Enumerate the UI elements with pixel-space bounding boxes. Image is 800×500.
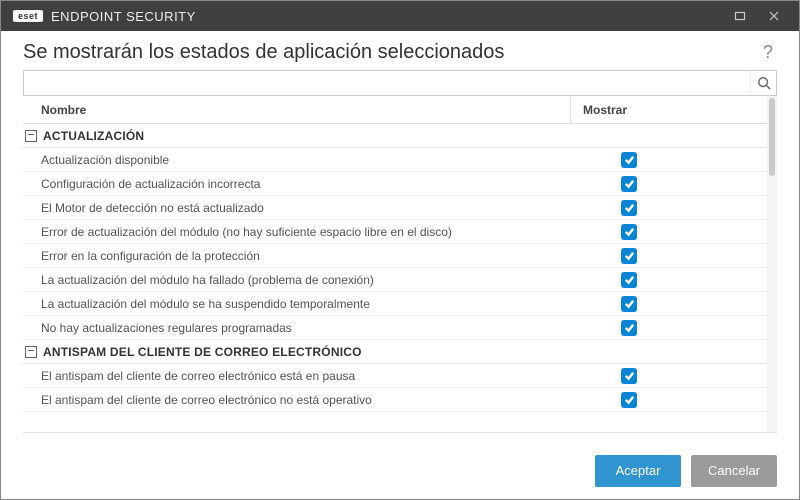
show-checkbox[interactable] [621, 272, 637, 288]
table-row: La actualización del módulo ha fallado (… [23, 268, 767, 292]
collapse-toggle[interactable]: − [25, 130, 37, 142]
group-label: ACTUALIZACIÓN [43, 129, 144, 143]
item-show-cell [571, 392, 767, 408]
group-row: −ANTISPAM DEL CLIENTE DE CORREO ELECTRÓN… [23, 340, 767, 364]
table-row: Error de actualización del módulo (no ha… [23, 220, 767, 244]
item-name: Error de actualización del módulo (no ha… [23, 225, 571, 239]
search-row [23, 70, 777, 96]
close-icon [768, 10, 780, 22]
brand-badge: eset [13, 10, 43, 22]
content-area: Nombre Mostrar −ACTUALIZACIÓNActualizaci… [1, 70, 799, 441]
table-header-row: Nombre Mostrar [23, 96, 767, 124]
item-name: El Motor de detección no está actualizad… [23, 201, 571, 215]
check-icon [624, 274, 635, 285]
show-checkbox[interactable] [621, 152, 637, 168]
search-input[interactable] [24, 71, 750, 95]
brand-text: ENDPOINT SECURITY [51, 9, 196, 24]
show-checkbox[interactable] [621, 320, 637, 336]
table-row: Error en la configuración de la protecci… [23, 244, 767, 268]
footer: Aceptar Cancelar [1, 441, 799, 499]
check-icon [624, 226, 635, 237]
check-icon [624, 394, 635, 405]
item-name: No hay actualizaciones regulares program… [23, 321, 571, 335]
item-name: La actualización del módulo ha fallado (… [23, 273, 571, 287]
show-checkbox[interactable] [621, 296, 637, 312]
item-name: Actualización disponible [23, 153, 571, 167]
item-name: La actualización del módulo se ha suspen… [23, 297, 571, 311]
collapse-toggle[interactable]: − [25, 346, 37, 358]
check-icon [624, 322, 635, 333]
check-icon [624, 250, 635, 261]
cancel-button[interactable]: Cancelar [691, 455, 777, 487]
item-show-cell [571, 176, 767, 192]
check-icon [624, 298, 635, 309]
scrollbar-thumb[interactable] [769, 98, 775, 176]
item-name: El antispam del cliente de correo electr… [23, 393, 571, 407]
heading-row: Se mostrarán los estados de aplicación s… [1, 31, 799, 70]
check-icon [624, 178, 635, 189]
table-row: El antispam del cliente de correo electr… [23, 388, 767, 412]
show-checkbox[interactable] [621, 248, 637, 264]
app-window: eset ENDPOINT SECURITY Se mostrarán los … [0, 0, 800, 500]
show-checkbox[interactable] [621, 224, 637, 240]
titlebar: eset ENDPOINT SECURITY [1, 1, 799, 31]
item-show-cell [571, 152, 767, 168]
help-button[interactable]: ? [759, 42, 777, 63]
item-show-cell [571, 200, 767, 216]
show-checkbox[interactable] [621, 392, 637, 408]
table-row: La actualización del módulo se ha suspen… [23, 292, 767, 316]
fade-overlay [23, 418, 767, 432]
close-button[interactable] [757, 1, 791, 31]
column-header-show[interactable]: Mostrar [571, 103, 767, 117]
item-show-cell [571, 224, 767, 240]
group-row: −ACTUALIZACIÓN [23, 124, 767, 148]
check-icon [624, 202, 635, 213]
table-row: El antispam del cliente de correo electr… [23, 364, 767, 388]
column-header-name[interactable]: Nombre [23, 96, 571, 123]
item-show-cell [571, 296, 767, 312]
table-scroll: Nombre Mostrar −ACTUALIZACIÓNActualizaci… [23, 96, 767, 432]
show-checkbox[interactable] [621, 200, 637, 216]
item-name: El antispam del cliente de correo electr… [23, 369, 571, 383]
table-row: Configuración de actualización incorrect… [23, 172, 767, 196]
check-icon [624, 370, 635, 381]
item-name: Configuración de actualización incorrect… [23, 177, 571, 191]
item-show-cell [571, 368, 767, 384]
table-row: No hay actualizaciones regulares program… [23, 316, 767, 340]
show-checkbox[interactable] [621, 176, 637, 192]
table-row: Actualización disponible [23, 148, 767, 172]
item-show-cell [571, 320, 767, 336]
item-name: Error en la configuración de la protecci… [23, 249, 571, 263]
check-icon [624, 154, 635, 165]
vertical-scrollbar[interactable] [767, 96, 777, 432]
table-row: El Motor de detección no está actualizad… [23, 196, 767, 220]
item-show-cell [571, 248, 767, 264]
minimize-icon [734, 10, 746, 22]
accept-button[interactable]: Aceptar [595, 455, 681, 487]
search-icon [757, 76, 771, 90]
search-button[interactable] [750, 71, 776, 95]
table-wrap: Nombre Mostrar −ACTUALIZACIÓNActualizaci… [23, 96, 777, 433]
minimize-button[interactable] [723, 1, 757, 31]
group-label: ANTISPAM DEL CLIENTE DE CORREO ELECTRÓNI… [43, 345, 362, 359]
show-checkbox[interactable] [621, 368, 637, 384]
page-title: Se mostrarán los estados de aplicación s… [23, 41, 759, 64]
item-show-cell [571, 272, 767, 288]
